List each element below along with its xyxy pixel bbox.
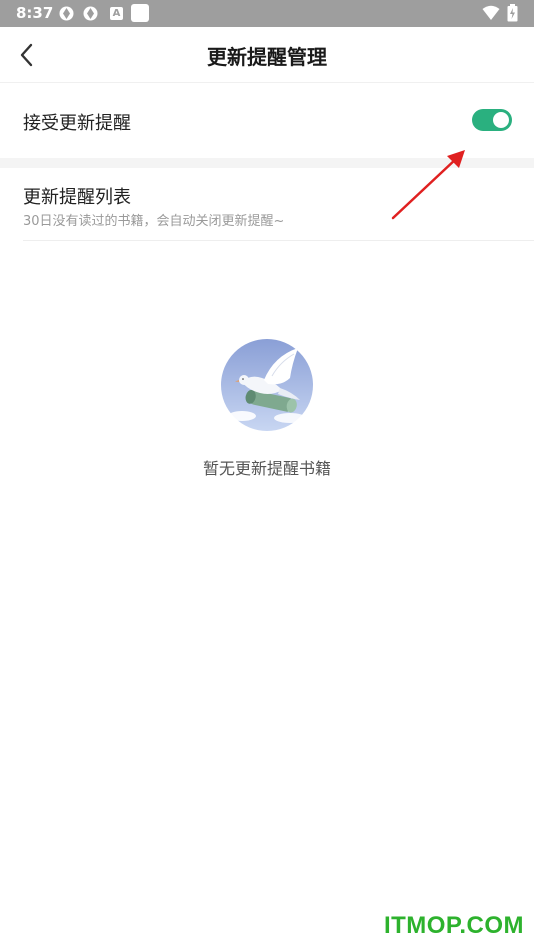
sync-icon xyxy=(83,6,98,21)
accept-reminder-label: 接受更新提醒 xyxy=(23,113,131,134)
reminder-list-title: 更新提醒列表 xyxy=(23,187,131,208)
a-app-icon-label: A xyxy=(112,8,121,19)
square-app-icon xyxy=(131,4,149,22)
reminder-list-subtitle: 30日没有读过的书籍，会自动关闭更新提醒~ xyxy=(23,214,285,229)
page-title: 更新提醒管理 xyxy=(207,45,327,69)
wifi-icon xyxy=(482,5,500,20)
watermark-text: ITMOP.COM xyxy=(383,912,524,939)
list-divider xyxy=(23,240,534,241)
accept-reminder-toggle[interactable] xyxy=(472,109,512,131)
dove-with-scroll-icon xyxy=(221,339,313,431)
sync-icon xyxy=(59,6,74,21)
battery-icon xyxy=(507,4,518,22)
status-bar: 8:37 A xyxy=(0,0,534,27)
annotation-arrow-icon xyxy=(391,150,465,220)
toggle-knob xyxy=(493,112,509,128)
empty-state-message: 暂无更新提醒书籍 xyxy=(202,459,331,478)
top-app-bar: 更新提醒管理 xyxy=(0,27,534,83)
status-time: 8:37 xyxy=(16,4,54,22)
a-app-icon: A xyxy=(110,7,123,20)
